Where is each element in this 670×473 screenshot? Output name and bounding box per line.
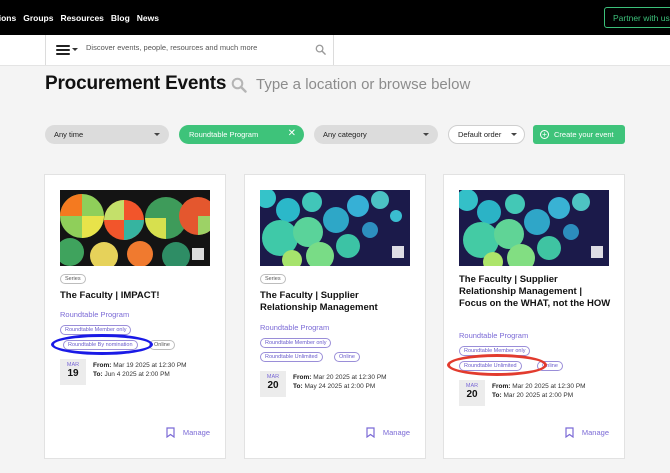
from-label: From:: [293, 374, 312, 381]
to-date: Jun 4 2025 at 2:00 PM: [104, 371, 170, 378]
event-organizer[interactable]: Roundtable Program: [260, 323, 329, 332]
top-navigation-bar: sions Groups Resources Blog News Partner…: [0, 0, 670, 35]
event-organizer[interactable]: Roundtable Program: [459, 331, 528, 340]
event-card[interactable]: Series The Faculty | Supplier Relationsh…: [244, 174, 426, 459]
to-label: To:: [293, 383, 303, 390]
series-tag: Series: [260, 274, 286, 284]
chevron-down-icon: [423, 133, 429, 136]
to-date: May 24 2025 at 2:00 PM: [304, 383, 376, 390]
category-filter-label: Any category: [323, 130, 367, 139]
manage-button[interactable]: Manage: [565, 427, 609, 438]
eligibility-tag: Roundtable Unlimited: [260, 352, 323, 362]
page-title: Procurement Events: [45, 73, 227, 94]
to-label: To:: [93, 371, 103, 378]
manage-label: Manage: [581, 428, 609, 437]
manage-label: Manage: [182, 428, 210, 437]
event-dates: From: Mar 19 2025 at 12:30 PM To: Jun 4 …: [93, 361, 187, 379]
event-card[interactable]: The Faculty | Supplier Relationship Mana…: [443, 174, 625, 459]
nav-link-groups[interactable]: Groups: [23, 13, 53, 23]
chevron-down-icon: [154, 133, 160, 136]
event-banner-image: [459, 190, 609, 266]
menu-dropdown-caret-icon[interactable]: [72, 48, 78, 51]
online-tag: Online: [537, 361, 563, 371]
program-filter-chip[interactable]: Roundtable Program ✕: [179, 125, 304, 144]
date-badge: MAR 20: [459, 380, 485, 406]
event-dates: From: Mar 20 2025 at 12:30 PM To: Mar 20…: [492, 382, 586, 400]
from-date: Mar 19 2025 at 12:30 PM: [113, 362, 187, 369]
eligibility-tag: Roundtable By nomination: [63, 340, 138, 350]
create-event-label: Create your event: [554, 130, 614, 139]
sort-order-label: Default order: [458, 130, 502, 139]
nav-link-blog[interactable]: Blog: [111, 13, 130, 23]
from-label: From:: [492, 383, 511, 390]
global-search-box[interactable]: Discover events, people, resources and m…: [45, 35, 334, 65]
from-label: From:: [93, 362, 112, 369]
event-banner-image: [260, 190, 410, 266]
location-search-input[interactable]: Type a location or browse below: [256, 76, 470, 93]
eligibility-tag: Roundtable Unlimited: [459, 361, 522, 371]
event-title[interactable]: The Faculty | Supplier Relationship Mana…: [260, 290, 412, 314]
date-badge: MAR 20: [260, 371, 286, 397]
manage-button[interactable]: Manage: [166, 427, 210, 438]
nav-link-sessions[interactable]: sions: [0, 13, 16, 23]
online-tag: Online: [334, 352, 360, 362]
sort-order-dropdown[interactable]: Default order: [448, 125, 525, 144]
time-filter-label: Any time: [54, 130, 84, 139]
to-label: To:: [492, 392, 502, 399]
manage-label: Manage: [382, 428, 410, 437]
to-date: Mar 20 2025 at 2:00 PM: [503, 392, 574, 399]
bookmark-icon: [366, 427, 375, 438]
nav-link-resources[interactable]: Resources: [60, 13, 103, 23]
category-filter-dropdown[interactable]: Any category: [314, 125, 438, 144]
event-banner-image: [60, 190, 210, 266]
time-filter-dropdown[interactable]: Any time: [45, 125, 169, 144]
date-day: 20: [466, 389, 478, 400]
plus-circle-icon: +: [540, 130, 549, 139]
search-bar-row: Discover events, people, resources and m…: [0, 35, 670, 66]
from-date: Mar 20 2025 at 12:30 PM: [313, 374, 387, 381]
online-tag: Online: [149, 340, 175, 350]
event-card[interactable]: Series The Faculty | IMPACT! Roundtable …: [44, 174, 226, 459]
nav-links: sions Groups Resources Blog News: [0, 0, 166, 35]
event-title[interactable]: The Faculty | Supplier Relationship Mana…: [459, 274, 611, 310]
bookmark-icon: [565, 427, 574, 438]
location-search-icon[interactable]: [231, 77, 247, 93]
create-event-button[interactable]: + Create your event: [533, 125, 625, 144]
from-date: Mar 20 2025 at 12:30 PM: [512, 383, 586, 390]
membership-tag: Roundtable Member only: [459, 346, 531, 356]
close-icon[interactable]: ✕: [288, 128, 296, 139]
membership-tag: Roundtable Member only: [260, 338, 332, 348]
chevron-down-icon: [511, 133, 517, 136]
date-day: 20: [267, 380, 279, 391]
event-dates: From: Mar 20 2025 at 12:30 PM To: May 24…: [293, 373, 387, 391]
date-badge: MAR 19: [60, 359, 86, 385]
date-day: 19: [67, 368, 79, 379]
manage-button[interactable]: Manage: [366, 427, 410, 438]
bookmark-icon: [166, 427, 175, 438]
hamburger-menu-icon[interactable]: [56, 45, 70, 55]
search-input[interactable]: Discover events, people, resources and m…: [86, 43, 257, 52]
event-organizer[interactable]: Roundtable Program: [60, 310, 129, 319]
nav-link-news[interactable]: News: [137, 13, 159, 23]
partner-with-us-button[interactable]: Partner with us: [604, 7, 670, 28]
membership-tag: Roundtable Member only: [60, 325, 132, 335]
program-filter-label: Roundtable Program: [189, 130, 259, 139]
search-icon[interactable]: [315, 44, 326, 55]
series-tag: Series: [60, 274, 86, 284]
event-title[interactable]: The Faculty | IMPACT!: [60, 290, 212, 302]
